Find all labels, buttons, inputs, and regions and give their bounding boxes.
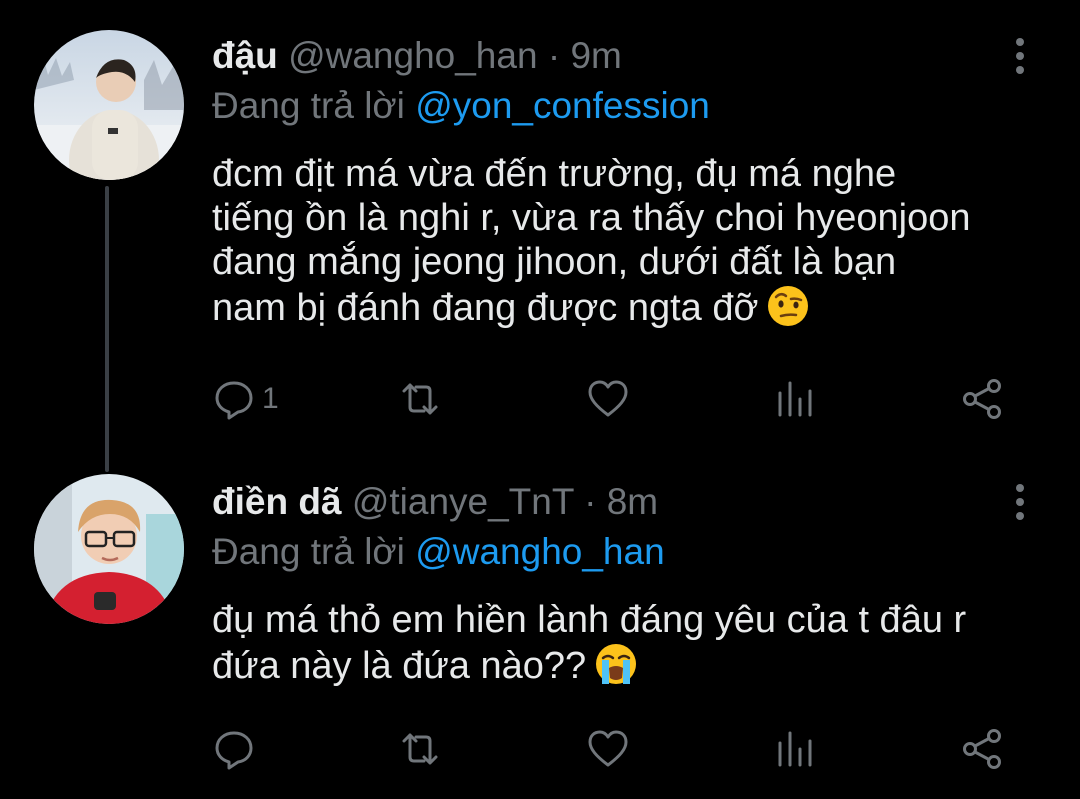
retweet-icon (402, 733, 438, 765)
replying-to-label: Đang trả lời (212, 531, 405, 572)
replying-to: Đang trả lời @wangho_han (212, 530, 665, 574)
separator-dot: · (584, 481, 597, 522)
tweet-actions (212, 724, 1032, 774)
replying-to-label: Đang trả lời (212, 85, 405, 126)
tweet-text-fragment: đứa này là đứa nào?? (212, 645, 587, 687)
share-button[interactable] (960, 724, 1004, 774)
share-icon (963, 729, 1001, 769)
tweet-actions: 1 (212, 374, 1032, 424)
tweet-1[interactable]: đậu @wangho_han · 9m Đang trả lời @yon_c… (0, 0, 1080, 460)
reply-button[interactable] (212, 724, 262, 774)
analytics-button[interactable] (774, 374, 818, 424)
like-button[interactable] (586, 374, 630, 424)
share-button[interactable] (960, 374, 1004, 424)
display-name[interactable]: đậu (212, 35, 278, 76)
tweet-header: điền dã @tianye_TnT · 8m (212, 480, 658, 524)
replying-to-mention[interactable]: @yon_confession (415, 85, 710, 126)
tweet-2[interactable]: điền dã @tianye_TnT · 8m Đang trả lời @w… (0, 460, 1080, 799)
separator-dot: · (547, 35, 561, 76)
replying-to-mention[interactable]: @wangho_han (415, 531, 664, 572)
tweet-text-line: tiếng ồn là nghi r, vừa ra thấy choi hye… (212, 197, 971, 239)
analytics-icon (778, 381, 812, 417)
tweet-text-line: đụ má thỏ em hiền lành đáng yêu của t đâ… (212, 599, 967, 641)
tweet-text: đụ má thỏ em hiền lành đáng yêu của t đâ… (212, 598, 1052, 688)
more-options-icon[interactable] (1008, 34, 1032, 78)
loudly-crying-emoji (594, 642, 638, 686)
retweet-button[interactable] (398, 724, 442, 774)
display-name[interactable]: điền dã (212, 481, 342, 522)
avatar[interactable] (34, 474, 184, 624)
like-icon (588, 380, 628, 417)
tweet-text-line: đang mắng jeong jihoon, dưới đất là bạn (212, 241, 897, 283)
timestamp[interactable]: 8m (607, 481, 658, 522)
tweet-text-line: nam bị đánh đang được ngta đỡ (212, 284, 1052, 330)
tweet-header: đậu @wangho_han · 9m (212, 34, 622, 78)
analytics-icon (778, 731, 812, 767)
like-icon (588, 730, 628, 767)
tweet-text: đcm địt má vừa đến trường, đụ má nghe ti… (212, 152, 1052, 330)
like-button[interactable] (586, 724, 630, 774)
analytics-button[interactable] (774, 724, 818, 774)
retweet-button[interactable] (398, 374, 442, 424)
tweet-text-fragment: nam bị đánh đang được ngta đỡ (212, 287, 759, 329)
avatar[interactable] (34, 30, 184, 180)
reply-icon (215, 731, 253, 770)
reply-count: 1 (262, 382, 279, 415)
replying-to: Đang trả lời @yon_confession (212, 84, 710, 128)
user-handle[interactable]: @wangho_han (288, 35, 537, 76)
tweet-text-line: đứa này là đứa nào?? (212, 642, 1052, 688)
reply-icon (215, 381, 253, 420)
more-options-icon[interactable] (1008, 480, 1032, 524)
raised-eyebrow-emoji (766, 284, 810, 328)
timestamp[interactable]: 9m (570, 35, 621, 76)
tweet-text-line: đcm địt má vừa đến trường, đụ má nghe (212, 153, 897, 195)
reply-button[interactable]: 1 (212, 374, 279, 424)
retweet-icon (402, 383, 438, 415)
share-icon (963, 379, 1001, 419)
user-handle[interactable]: @tianye_TnT (352, 481, 574, 522)
